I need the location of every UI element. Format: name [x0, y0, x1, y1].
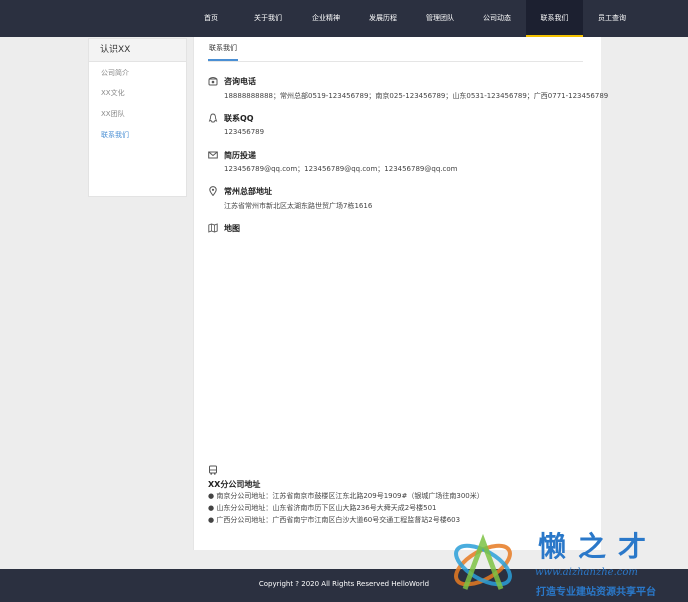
- branch-title: XX分公司地址: [208, 480, 261, 489]
- main-content: 联系我们 咨询电话 18888888888；常州总部0519-123456789…: [193, 37, 608, 550]
- sidebar-item-intro[interactable]: 公司简介: [101, 68, 129, 78]
- branch-item-guangxi: ● 广西分公司地址：广西省南宁市江南区白沙大道60号交通工程监督站2号楼603: [208, 516, 461, 524]
- phone-text: 18888888888；常州总部0519-123456789；南京025-123…: [224, 92, 609, 100]
- sidebar-title: 认识XX: [89, 39, 186, 62]
- map-area[interactable]: [208, 237, 583, 459]
- qq-icon: [208, 113, 218, 123]
- nav-item-about[interactable]: 关于我们: [246, 0, 290, 37]
- location-icon: [209, 186, 217, 196]
- sidebar: 认识XX 公司简介 XX文化 XX团队 联系我们: [88, 38, 187, 197]
- top-nav-bar: 首页 关于我们 企业精神 发展历程 管理团队 公司动态 联系我们 员工查询: [0, 0, 688, 37]
- nav-item-history[interactable]: 发展历程: [361, 0, 405, 37]
- hq-address-text: 江苏省常州市新北区太湖东路世贸广场7栋1616: [224, 202, 373, 210]
- qq-title: 联系QQ: [224, 114, 254, 123]
- map-icon: [208, 223, 218, 233]
- sidebar-item-culture[interactable]: XX文化: [101, 88, 125, 98]
- branch-item-nanjing: ● 南京分公司地址：江苏省南京市鼓楼区江东北路209号1909#（银城广场往南3…: [208, 492, 484, 500]
- watermark-subtitle: 打造专业建站资源共享平台: [536, 587, 656, 598]
- watermark-url: www.aizhanzhe.com: [535, 567, 638, 578]
- watermark-title: 懒之才: [538, 530, 659, 563]
- map-title: 地图: [224, 224, 240, 233]
- bus-icon: [209, 465, 217, 475]
- qq-text: 123456789: [224, 128, 265, 136]
- sidebar-item-team[interactable]: XX团队: [101, 109, 125, 119]
- hq-address-title: 常州总部地址: [224, 187, 272, 196]
- nav-item-home[interactable]: 首页: [192, 0, 230, 37]
- resume-title: 简历投递: [224, 151, 256, 160]
- nav-item-spirit[interactable]: 企业精神: [304, 0, 348, 37]
- tab-bar: 联系我们: [208, 37, 583, 62]
- sidebar-item-contact[interactable]: 联系我们: [101, 130, 129, 140]
- nav-item-team[interactable]: 管理团队: [418, 0, 462, 37]
- nav-item-contact[interactable]: 联系我们: [526, 0, 583, 37]
- nav-item-staff[interactable]: 员工查询: [590, 0, 634, 37]
- phone-icon: [208, 77, 218, 86]
- phone-title: 咨询电话: [224, 77, 256, 86]
- branch-item-shandong: ● 山东分公司地址：山东省济南市历下区山大路236号大舜天成2号楼501: [208, 504, 437, 512]
- resume-text: 123456789@qq.com；123456789@qq.com；123456…: [224, 165, 458, 173]
- tab-contact[interactable]: 联系我们: [208, 37, 238, 61]
- nav-item-news[interactable]: 公司动态: [475, 0, 519, 37]
- mail-icon: [208, 151, 218, 159]
